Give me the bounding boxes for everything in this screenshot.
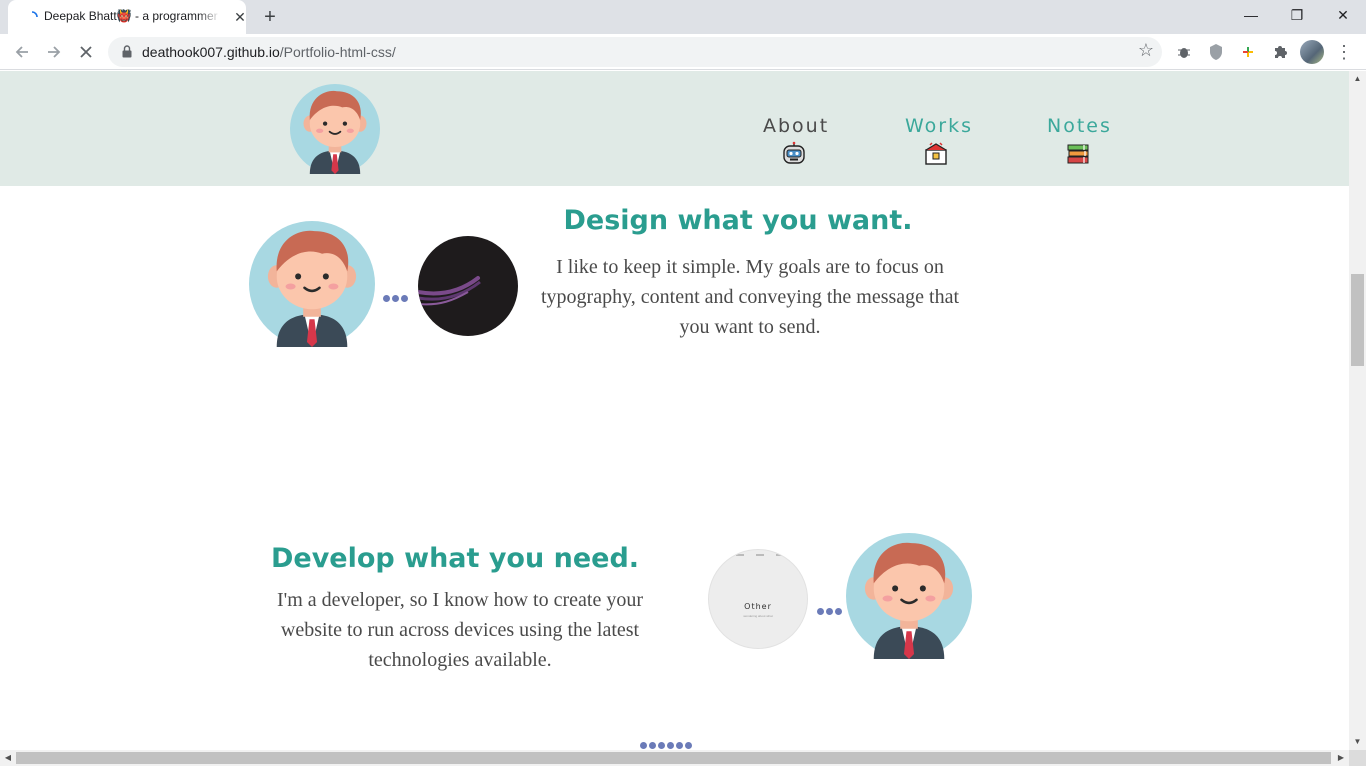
bookmark-star-icon[interactable]: ☆: [1138, 40, 1154, 61]
tab-close-icon[interactable]: ✕: [232, 9, 248, 25]
profile-avatar[interactable]: [1300, 40, 1324, 64]
develop-heading: Develop what you need.: [270, 543, 640, 574]
browser-tab[interactable]: Deepak Bhatt👹 - a programmer ✕: [8, 0, 246, 34]
design-preview-circle: [418, 236, 518, 336]
robot-face-icon: [783, 141, 805, 164]
design-heading: Design what you want.: [563, 205, 913, 236]
browser-toolbar: deathook007.github.io/Portfolio-html-css…: [0, 34, 1366, 70]
nav-notes[interactable]: Notes: [1047, 115, 1112, 167]
shield-extension-icon[interactable]: [1206, 42, 1226, 62]
tab-title: Deepak Bhatt👹 - a programmer: [44, 9, 220, 23]
avatar-logo[interactable]: [290, 84, 380, 174]
restore-button[interactable]: ❐: [1274, 0, 1320, 32]
brush-stroke-icon: [418, 276, 481, 306]
avatar-illustration: [846, 533, 972, 659]
nav-works-label: Works: [905, 115, 974, 137]
site-header: About Works Notes: [0, 71, 1349, 186]
connector-dots: [640, 736, 694, 749]
url-text: deathook007.github.io/Portfolio-html-css…: [142, 44, 396, 60]
close-window-button[interactable]: ✕: [1320, 0, 1366, 32]
page-viewport: About Works Notes Design what you want. …: [0, 71, 1349, 750]
url-host: deathook007.github.io: [142, 44, 280, 60]
bug-extension-icon[interactable]: [1174, 42, 1194, 62]
preview-subtitle: wondering about what: [743, 614, 773, 618]
lock-icon: [122, 45, 132, 58]
arrow-left-icon: [15, 46, 28, 58]
nav-about[interactable]: About: [763, 115, 830, 167]
arrow-right-icon: [48, 46, 61, 58]
back-button[interactable]: [8, 38, 36, 66]
avatar-illustration: [249, 221, 375, 347]
nav-notes-label: Notes: [1047, 115, 1112, 137]
nav-about-label: About: [763, 115, 830, 137]
scroll-right-arrow-icon[interactable]: ▶: [1333, 750, 1349, 766]
close-icon: [80, 46, 92, 58]
mini-nav: [734, 554, 794, 558]
loading-spinner-icon: [31, 11, 38, 18]
horizontal-scroll-thumb[interactable]: [16, 752, 1331, 764]
preview-title: Other: [744, 602, 772, 611]
connector-dots: [817, 602, 844, 615]
scroll-down-arrow-icon[interactable]: ▼: [1349, 734, 1366, 750]
vertical-scroll-thumb[interactable]: [1351, 274, 1364, 366]
google-plus-extension-icon[interactable]: [1238, 42, 1258, 62]
connector-dots: [383, 289, 410, 302]
scroll-up-arrow-icon[interactable]: ▲: [1349, 71, 1366, 87]
develop-preview-circle: Other wondering about what: [708, 549, 808, 649]
address-bar[interactable]: deathook007.github.io/Portfolio-html-css…: [108, 37, 1162, 67]
horizontal-scrollbar[interactable]: ◀ ▶: [0, 750, 1349, 766]
scrollbar-corner: [1349, 750, 1366, 766]
briefcase-icon: [925, 142, 947, 165]
forward-button[interactable]: [40, 38, 68, 66]
scroll-left-arrow-icon[interactable]: ◀: [0, 750, 16, 766]
menu-kebab-icon[interactable]: ⋮: [1334, 40, 1354, 64]
stop-loading-button[interactable]: [72, 38, 100, 66]
minimize-button[interactable]: —: [1228, 0, 1274, 32]
design-description: I like to keep it simple. My goals are t…: [540, 256, 960, 338]
books-icon: [1067, 144, 1089, 164]
puzzle-extensions-icon[interactable]: [1270, 42, 1290, 62]
develop-description: I'm a developer, so I know how to create…: [276, 589, 643, 671]
new-tab-button[interactable]: +: [258, 5, 282, 29]
nav-works[interactable]: Works: [905, 115, 974, 167]
url-path: /Portfolio-html-css/: [279, 44, 396, 60]
tab-strip: Deepak Bhatt👹 - a programmer ✕ + — ❐ ✕: [0, 0, 1366, 34]
vertical-scrollbar[interactable]: ▲ ▼: [1349, 71, 1366, 750]
